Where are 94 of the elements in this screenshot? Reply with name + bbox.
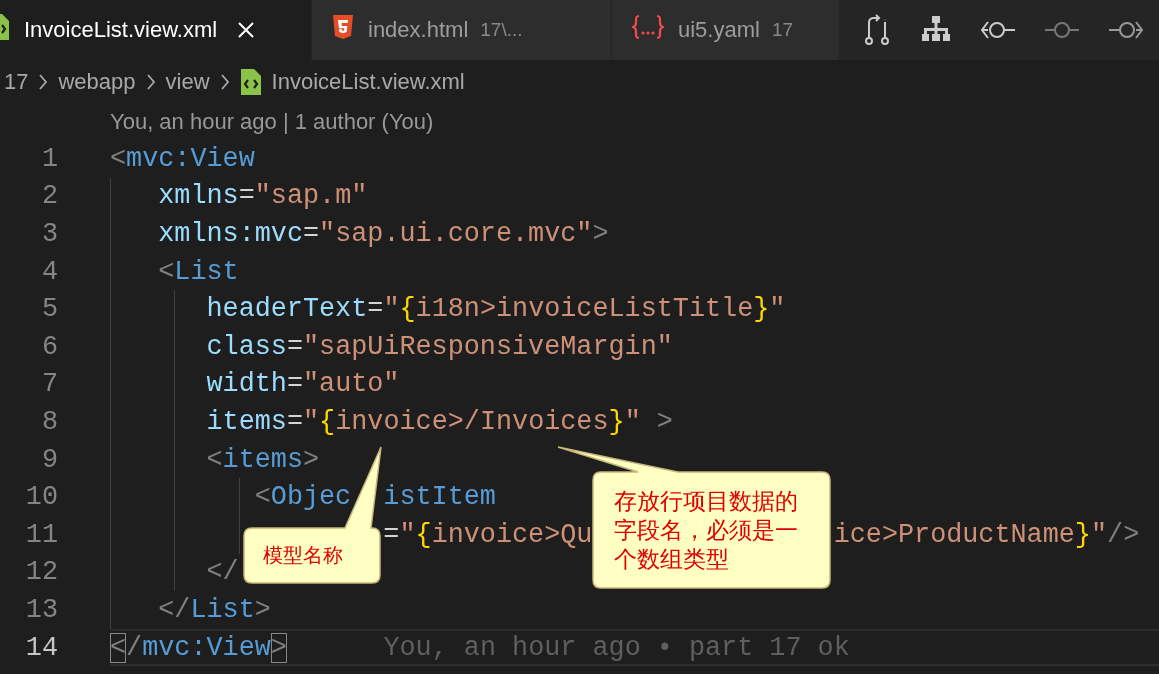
code-token: / [126,632,143,663]
breadcrumb-item[interactable]: 17 [4,69,29,95]
line-number: 9 [40,444,58,475]
code-token: " [399,519,416,550]
callout-text: 存放行项目数据的字段名，必须是一个数组类型 [614,487,798,574]
code-token: mvc:View [142,632,271,663]
code-token: ice>ProductName [833,519,1075,550]
code-token: headerText [206,294,368,325]
line-number: 7 [40,369,58,400]
code-token: /> [1107,519,1140,550]
code-token: " [769,294,786,325]
code-token: < [110,143,127,174]
breadcrumb-item[interactable]: InvoiceList.view.xml [271,69,465,95]
code-token: Objec [270,482,352,513]
code-token: = [286,406,303,437]
code-token: xmlns:mvc [158,219,303,249]
line-number: 5 [40,294,58,325]
line-number: 4 [40,256,58,287]
line-number: 8 [40,406,58,437]
code-token: " [302,406,320,437]
tab-label: ui5.yaml [678,17,760,43]
code-token: < [158,256,175,287]
code-token: " [383,294,400,325]
code-token: } [753,294,770,325]
code-token: "sapUiResponsiveMargin" [302,331,673,362]
next-change-icon[interactable] [1108,19,1144,41]
line-number: 14 [24,632,58,663]
code-token: items [222,444,303,475]
code-token: } [608,406,625,437]
code-token: < [110,632,127,663]
code-token: </ [158,594,191,625]
code-token: { [399,294,416,325]
file-icon [239,68,262,96]
code-token: > [254,594,271,625]
code-token: = [302,219,320,249]
code-token: < [206,444,223,475]
line-number: 3 [40,219,58,249]
line-number: 11 [24,519,58,550]
breadcrumb-item[interactable]: view [165,69,210,95]
tab-description: 17 [771,19,794,41]
code-token: "auto" [302,369,400,400]
commit-icon[interactable] [1044,19,1080,41]
code-token: istItem [383,482,496,513]
code-token: > [592,219,609,249]
code-token: width [206,369,287,400]
line-number: 6 [40,331,58,362]
code-token: mvc:View [126,143,255,174]
close-icon[interactable] [237,21,256,39]
code-token: > [655,406,673,437]
line-number: 10 [24,482,58,513]
file-icon [632,14,664,40]
code-token: = [367,294,384,325]
code-token: = [286,369,303,400]
compare-changes-icon[interactable] [862,14,892,46]
line-number: 12 [24,557,58,588]
code-lens[interactable]: You, an hour ago | 1 author (You) [110,109,434,135]
code-token: " [1090,519,1108,550]
previous-change-icon[interactable] [980,19,1016,41]
code-token: </ [206,557,239,588]
code-token: } [1074,519,1091,550]
blame-annotation: You, an hour ago • part 17 ok [383,632,850,663]
code-token: i18n>invoiceListTitle [415,294,754,325]
code-token: = [238,181,255,212]
code-token: class [206,331,287,362]
code-token: < [254,482,271,513]
line-number: 1 [40,143,58,174]
code-token: invoice>/Invoices [335,406,609,437]
file-icon [332,14,354,40]
chevron-icon [38,73,49,91]
editor-tab[interactable]: InvoiceList.view.xml [0,0,312,60]
code-token: xmlns [158,181,239,212]
tab-label: InvoiceList.view.xml [24,17,218,43]
line-number: 2 [40,181,58,212]
code-token: "sap.ui.core.mvc" [319,219,593,249]
code-token: List [190,594,255,625]
code-token: List [174,256,239,287]
breadcrumb-item[interactable]: webapp [58,69,136,95]
callout-text: 模型名称 [263,542,343,569]
line-number: 13 [24,594,58,625]
code-token: " [624,406,641,437]
code-token: items [206,406,287,437]
code-token: { [415,519,432,550]
editor-tab[interactable]: ui5.yaml 17 [612,0,840,60]
code-token: = [383,519,400,550]
code-token: > [302,444,320,475]
chevron-icon [219,73,230,91]
code-token: = [286,331,303,362]
tab-label: index.html [368,17,469,43]
code-token: invoice>Qu [431,519,593,550]
editor-tab[interactable]: index.html 17\... [312,0,612,60]
tab-description: 17\... [480,19,523,41]
code-token: { [319,406,336,437]
chevron-icon [145,73,156,91]
code-token: "sap.m" [254,181,368,212]
